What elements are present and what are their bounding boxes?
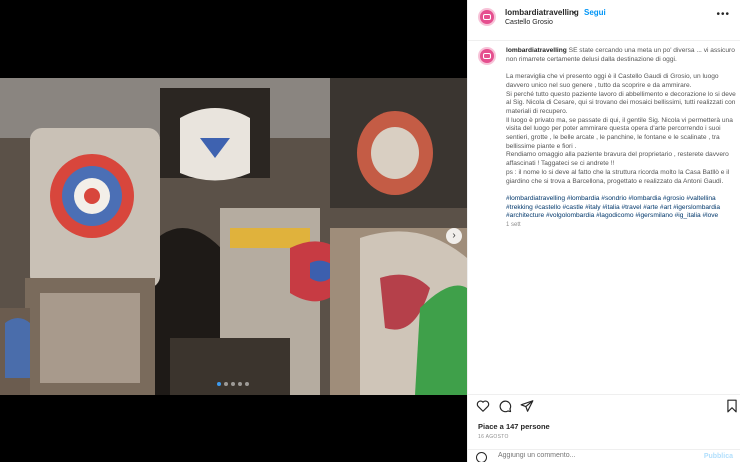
carousel-dot bbox=[238, 382, 242, 386]
caption-time: 1 sett bbox=[506, 222, 521, 229]
carousel-dot bbox=[217, 382, 221, 386]
post-photo bbox=[0, 78, 467, 395]
caption-body: lombardiatravelling SE state cercando un… bbox=[506, 47, 736, 230]
header-username[interactable]: lombardiatravelling bbox=[505, 8, 579, 17]
caption-paragraph: ps : il nome lo si deve al fatto che la … bbox=[506, 168, 730, 185]
caption-paragraph: Si perché tutto questo paziente lavoro d… bbox=[506, 90, 736, 115]
post-side-panel: lombardiatravelling • Segui Castello Gro… bbox=[467, 0, 740, 462]
bookmark-icon[interactable] bbox=[725, 399, 739, 413]
comment-input[interactable] bbox=[498, 452, 678, 459]
carousel-dot bbox=[224, 382, 228, 386]
caption-avatar[interactable] bbox=[478, 47, 496, 65]
post-actions: Piace a 147 persone 16 AGOSTO Pubblica bbox=[468, 394, 740, 462]
post-header: lombardiatravelling • Segui Castello Gro… bbox=[468, 0, 740, 41]
emoji-icon[interactable] bbox=[476, 452, 487, 462]
post-media[interactable]: › bbox=[0, 0, 467, 462]
avatar[interactable] bbox=[478, 8, 496, 26]
follow-button[interactable]: Segui bbox=[584, 8, 606, 17]
separator-dot: • bbox=[573, 8, 576, 17]
more-options-icon[interactable]: ••• bbox=[716, 9, 730, 20]
comment-row: Pubblica bbox=[468, 449, 740, 462]
hashtags[interactable]: #lombardiatravelling #lombardia #sondrio… bbox=[506, 195, 736, 221]
next-image-button[interactable]: › bbox=[446, 228, 462, 244]
post-date: 16 AGOSTO bbox=[478, 434, 509, 440]
caption-paragraph: La meraviglia che vi presento oggi è il … bbox=[506, 73, 719, 89]
share-icon[interactable] bbox=[520, 399, 534, 413]
instagram-post-page: › lombardiatravelling • Segui Castello G… bbox=[0, 0, 740, 462]
location-link[interactable]: Castello Grosio bbox=[505, 19, 553, 26]
caption-paragraph: Il luogo è privato ma, se passate di qui… bbox=[506, 116, 733, 150]
publish-button[interactable]: Pubblica bbox=[704, 453, 733, 460]
carousel-dot bbox=[245, 382, 249, 386]
caption-paragraph: Rendiamo omaggio alla paziente bravura d… bbox=[506, 151, 729, 168]
likes-count[interactable]: Piace a 147 persone bbox=[478, 422, 550, 431]
heart-icon[interactable] bbox=[476, 399, 490, 413]
comment-icon[interactable] bbox=[498, 399, 512, 413]
chevron-right-icon: › bbox=[452, 230, 456, 241]
carousel-dots bbox=[217, 382, 249, 386]
caption-username[interactable]: lombardiatravelling bbox=[506, 47, 567, 54]
carousel-dot bbox=[231, 382, 235, 386]
